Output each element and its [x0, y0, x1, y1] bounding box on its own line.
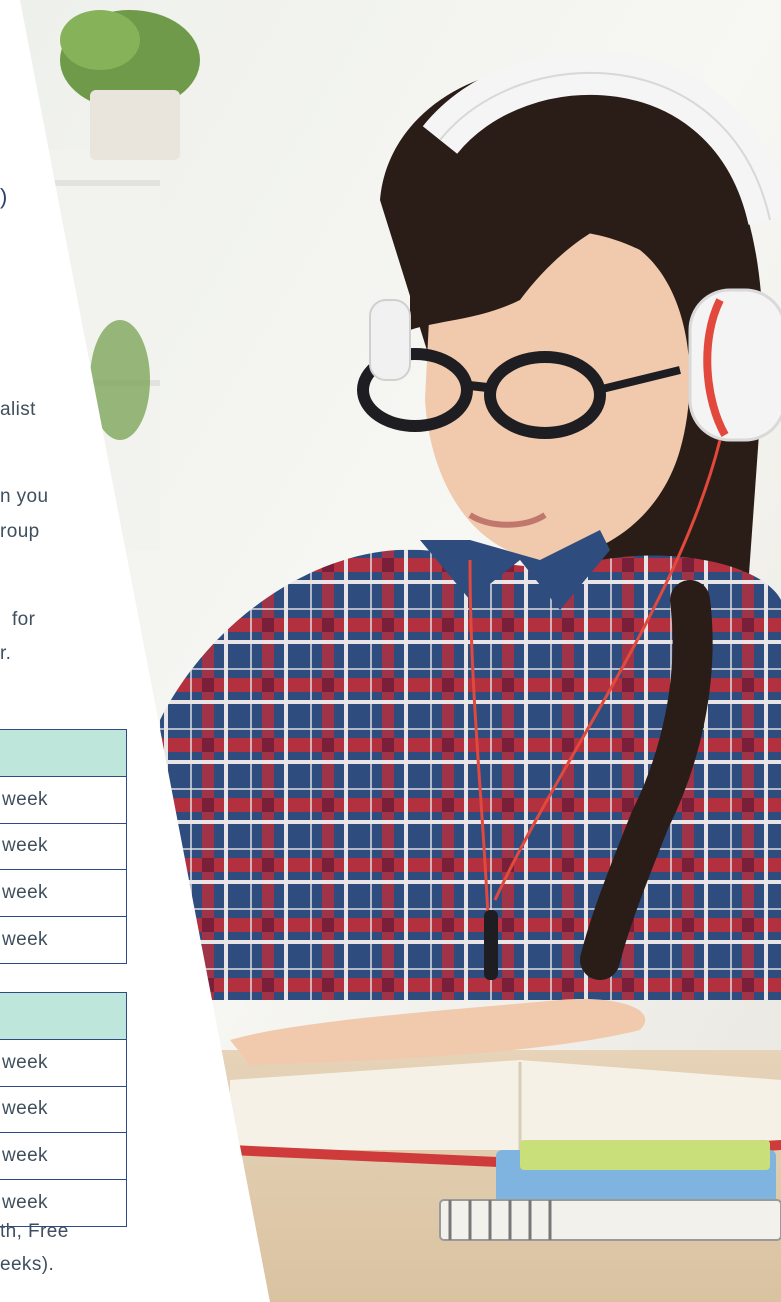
- table-header: [0, 993, 126, 1040]
- footer-text-2: eeks).: [0, 1254, 55, 1275]
- footer-text-1: th, Free: [0, 1221, 69, 1242]
- text-fragment-r: r.: [0, 643, 12, 664]
- table-row: week: [2, 928, 48, 950]
- table-row: week: [2, 1191, 48, 1213]
- table-row: week: [0, 1040, 126, 1087]
- text-fragment-alist: alist: [0, 399, 36, 420]
- brochure-page: ) alist n you roup for r. week week week…: [0, 0, 781, 1302]
- price-table-2: week week week week: [0, 992, 127, 1227]
- table-row: week: [0, 824, 126, 870]
- table-row: week: [0, 870, 126, 917]
- table-row: week: [0, 1133, 126, 1180]
- text-fragment-for: for: [12, 609, 36, 630]
- table-row: week: [0, 1087, 126, 1133]
- price-table-1: week week week week: [0, 729, 127, 964]
- table-header: [0, 730, 126, 777]
- table-row: week: [0, 777, 126, 824]
- paren-fragment: ): [0, 184, 8, 209]
- text-fragment-roup: roup: [0, 521, 40, 542]
- text-fragment-you: n you: [0, 486, 49, 507]
